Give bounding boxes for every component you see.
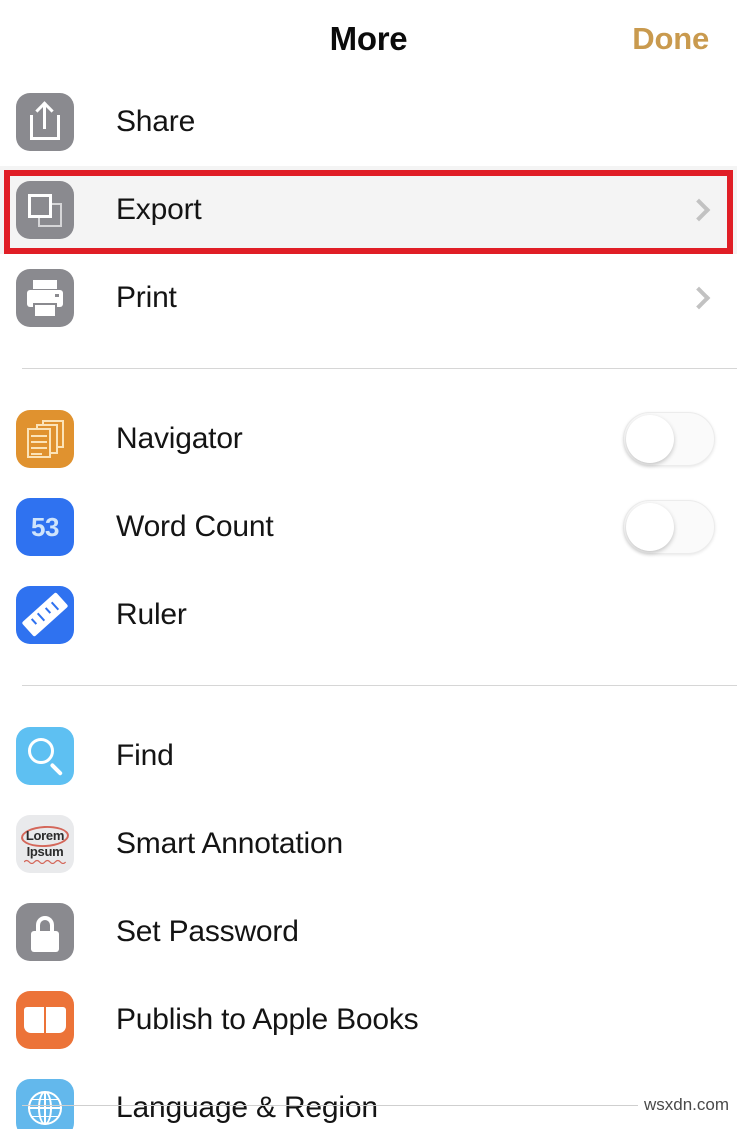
menu-item-set-password[interactable]: Set Password — [0, 888, 737, 976]
navigator-icon — [16, 410, 74, 468]
menu-item-navigator[interactable]: Navigator — [0, 395, 737, 483]
menu-item-word-count[interactable]: 53 Word Count — [0, 483, 737, 571]
word-count-toggle[interactable] — [623, 500, 715, 554]
lock-icon — [16, 903, 74, 961]
menu-item-label: Smart Annotation — [116, 827, 343, 860]
ruler-icon — [16, 586, 74, 644]
word-count-icon: 53 — [16, 498, 74, 556]
chevron-right-icon — [687, 198, 711, 222]
navigator-toggle[interactable] — [623, 412, 715, 466]
section-divider — [22, 685, 737, 686]
smart-annotation-word-top: Lorem — [25, 828, 65, 843]
row-accessory — [687, 286, 715, 310]
menu-item-label: Share — [116, 105, 196, 138]
done-button[interactable]: Done — [632, 21, 709, 57]
menu-item-label: Navigator — [116, 422, 243, 455]
watermark-text: wsxdn.com — [643, 1095, 729, 1114]
menu-item-publish-to-apple-books[interactable]: Publish to Apple Books — [0, 976, 737, 1064]
menu-item-label: Export — [116, 193, 202, 226]
row-accessory — [623, 412, 715, 466]
menu-item-share[interactable]: Share — [0, 78, 737, 166]
page-title: More — [329, 20, 408, 57]
section-view-options: Navigator 53 Word Count Ruler — [0, 395, 737, 659]
row-accessory — [687, 198, 715, 222]
menu-item-smart-annotation[interactable]: Lorem Ipsum Smart Annotation — [0, 800, 737, 888]
export-icon — [16, 181, 74, 239]
section-tools: Find Lorem Ipsum Smart Annotation Set Pa… — [0, 712, 737, 1129]
printer-icon — [16, 269, 74, 327]
menu-item-label: Find — [116, 739, 174, 772]
footer-divider — [22, 1104, 638, 1106]
search-icon — [16, 727, 74, 785]
menu-item-ruler[interactable]: Ruler — [0, 571, 737, 659]
section-divider — [22, 368, 737, 369]
menu-item-label: Word Count — [116, 510, 274, 543]
menu-item-print[interactable]: Print — [0, 254, 737, 342]
menu-item-label: Print — [116, 281, 177, 314]
footer: wsxdn.com — [0, 1095, 737, 1115]
menu-item-label: Publish to Apple Books — [116, 1003, 419, 1036]
share-icon — [16, 93, 74, 151]
word-count-badge: 53 — [31, 511, 59, 542]
row-accessory — [623, 500, 715, 554]
menu-item-label: Set Password — [116, 915, 299, 948]
navigation-bar: More Done — [0, 0, 737, 78]
smart-annotation-icon: Lorem Ipsum — [16, 815, 74, 873]
squiggle-underline-icon — [24, 859, 66, 864]
smart-annotation-word-bottom: Ipsum — [26, 844, 64, 859]
book-icon — [16, 991, 74, 1049]
menu-item-label: Ruler — [116, 598, 187, 631]
menu-item-export[interactable]: Export — [0, 166, 737, 254]
menu-item-find[interactable]: Find — [0, 712, 737, 800]
chevron-right-icon — [687, 286, 711, 310]
section-document-actions: Share Export Print — [0, 78, 737, 342]
more-menu-screen: More Done Share Export Print Navigator 5… — [0, 0, 737, 1129]
